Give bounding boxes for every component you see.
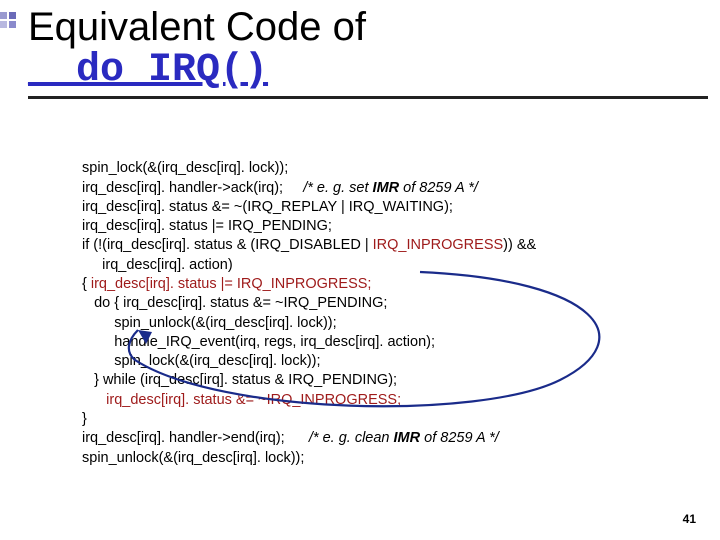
code-line: irq_desc[irq]. status &= ~IRQ_INPROGRESS… xyxy=(82,392,401,408)
code-line: if (!(irq_desc[irq]. status & (IRQ_DISAB… xyxy=(82,237,373,253)
code-line: handle_IRQ_event(irq, regs, irq_desc[irq… xyxy=(82,334,435,350)
slide-title: Equivalent Code of __do_IRQ() xyxy=(28,6,690,99)
code-line: spin_lock(&(irq_desc[irq]. lock)); xyxy=(82,353,321,369)
code-line: spin_unlock(&(irq_desc[irq]. lock)); xyxy=(82,450,304,466)
code-highlight: IRQ_INPROGRESS xyxy=(373,237,504,253)
page-number: 41 xyxy=(683,512,696,526)
title-line1: Equivalent Code of xyxy=(28,6,690,48)
code-line: irq_desc[irq]. status &= ~(IRQ_REPLAY | … xyxy=(82,199,453,215)
code-line: spin_unlock(&(irq_desc[irq]. lock)); xyxy=(82,315,337,331)
code-comment: /* e. g. set IMR of 8259 A */ xyxy=(303,180,478,196)
code-line: { xyxy=(82,276,91,292)
code-line: irq_desc[irq]. handler->ack(irq); xyxy=(82,180,303,196)
code-line: do { irq_desc[irq]. status &= ~IRQ_PENDI… xyxy=(82,295,387,311)
code-line: } xyxy=(82,411,87,427)
code-line: irq_desc[irq]. status |= IRQ_PENDING; xyxy=(82,218,332,234)
code-line: )) && xyxy=(503,237,536,253)
code-line: } while (irq_desc[irq]. status & IRQ_PEN… xyxy=(82,372,397,388)
code-comment: /* e. g. clean IMR of 8259 A */ xyxy=(309,430,499,446)
code-line: irq_desc[irq]. handler->end(irq); xyxy=(82,430,309,446)
slide-corner-decoration xyxy=(0,12,18,30)
code-line: spin_lock(&(irq_desc[irq]. lock)); xyxy=(82,160,288,176)
title-underline xyxy=(28,96,708,99)
title-function: __do_IRQ() xyxy=(28,50,690,96)
code-highlight: irq_desc[irq]. status &= ~IRQ_INPROGRESS… xyxy=(94,392,401,408)
code-line: irq_desc[irq]. action) xyxy=(82,257,233,273)
code-highlight: irq_desc[irq]. status |= IRQ_INPROGRESS; xyxy=(91,276,372,292)
code-body: spin_lock(&(irq_desc[irq]. lock)); irq_d… xyxy=(82,140,536,468)
